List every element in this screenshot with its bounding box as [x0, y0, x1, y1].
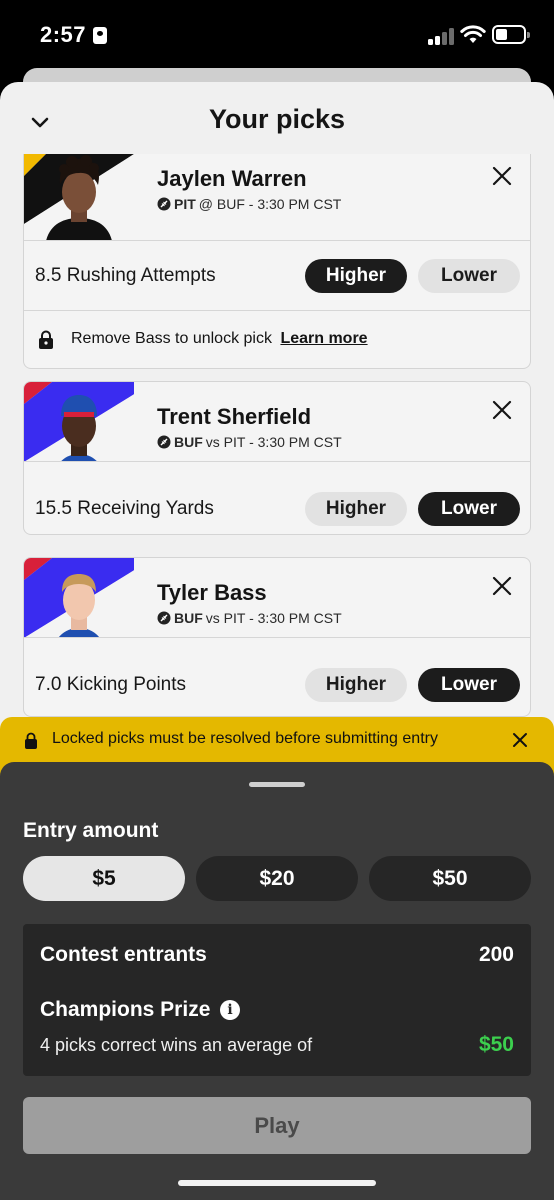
wifi-icon	[460, 24, 486, 44]
stat-row: 8.5 Rushing Attempts Higher Lower	[24, 241, 530, 311]
player-row: Tyler Bass BUF vs PIT - 3:30 PM CST	[24, 558, 530, 638]
contest-info: Contest entrants 200 Champions Prize i 4…	[23, 924, 531, 1076]
lock-icon	[39, 330, 53, 349]
remove-pick-button[interactable]	[490, 398, 514, 422]
wins-value: $50	[478, 1033, 514, 1056]
player-name: Trent Sherfield	[157, 404, 312, 429]
game-info: PIT @ BUF - 3:30 PM CST	[157, 196, 341, 212]
higher-button[interactable]: Higher	[305, 259, 407, 293]
lock-message-text: Remove Bass to unlock pick	[71, 330, 272, 347]
sheet-header: Your picks	[0, 82, 554, 162]
locked-notice: Remove Bass to unlock pick Learn more	[24, 312, 530, 368]
amount-option-50[interactable]: $50	[369, 856, 531, 901]
close-icon	[492, 400, 512, 420]
alert-message: Locked picks must be resolved before sub…	[52, 730, 438, 747]
football-icon	[157, 435, 171, 449]
lock-icon	[25, 732, 37, 749]
drag-handle[interactable]	[249, 782, 305, 787]
football-icon	[157, 611, 171, 625]
team-abbr: BUF	[174, 610, 203, 626]
amount-option-5[interactable]: $5	[23, 856, 185, 901]
football-icon	[157, 197, 171, 211]
matchup-text: @ BUF - 3:30 PM CST	[198, 196, 342, 212]
remove-pick-button[interactable]	[490, 574, 514, 598]
stat-row: 7.0 Kicking Points Higher Lower	[24, 650, 530, 716]
stat-line: 7.0 Kicking Points	[35, 674, 187, 695]
status-time: 2:57	[40, 22, 87, 47]
close-icon	[513, 733, 527, 747]
remove-pick-button[interactable]	[490, 164, 514, 188]
stat-row: 15.5 Receiving Yards Higher Lower	[24, 474, 530, 534]
contact-card-icon	[93, 27, 107, 44]
prize-label: Champions Prize	[40, 998, 211, 1021]
battery-icon	[492, 25, 530, 44]
play-button[interactable]: Play	[23, 1097, 531, 1154]
stat-line: 8.5 Rushing Attempts	[35, 265, 216, 286]
pick-card: Tyler Bass BUF vs PIT - 3:30 PM CST 7.0 …	[23, 557, 531, 717]
player-row: Jaylen Warren PIT @ BUF - 3:30 PM CST	[24, 154, 530, 241]
status-bar: 2:57	[0, 0, 554, 72]
home-indicator	[178, 1180, 376, 1186]
player-name: Tyler Bass	[157, 580, 267, 605]
contest-entrants-value: 200	[478, 943, 514, 966]
player-headshot	[24, 558, 134, 637]
lower-button[interactable]: Lower	[418, 492, 520, 526]
team-abbr: PIT	[174, 196, 196, 212]
learn-more-link[interactable]: Learn more	[280, 330, 367, 347]
game-info: BUF vs PIT - 3:30 PM CST	[157, 610, 342, 626]
amount-option-20[interactable]: $20	[196, 856, 358, 901]
close-icon	[492, 166, 512, 186]
dismiss-alert-button[interactable]	[511, 731, 529, 749]
player-row: Trent Sherfield BUF vs PIT - 3:30 PM CST	[24, 382, 530, 462]
matchup-text: vs PIT - 3:30 PM CST	[205, 434, 342, 450]
page-title: Your picks	[208, 104, 346, 134]
lower-button[interactable]: Lower	[418, 668, 520, 702]
entry-amount-label: Entry amount	[23, 819, 159, 842]
player-headshot	[24, 154, 134, 240]
info-icon[interactable]: i	[220, 1000, 240, 1020]
player-name: Jaylen Warren	[157, 166, 307, 191]
player-headshot	[24, 382, 134, 461]
pick-card: Jaylen Warren PIT @ BUF - 3:30 PM CST 8.…	[23, 154, 531, 369]
lock-message: Remove Bass to unlock pick Learn more	[71, 330, 368, 348]
lower-button[interactable]: Lower	[418, 259, 520, 293]
pick-card: Trent Sherfield BUF vs PIT - 3:30 PM CST…	[23, 381, 531, 535]
contest-entrants-label: Contest entrants	[40, 943, 207, 966]
matchup-text: vs PIT - 3:30 PM CST	[205, 610, 342, 626]
higher-button[interactable]: Higher	[305, 668, 407, 702]
cellular-signal-icon	[428, 27, 454, 45]
team-abbr: BUF	[174, 434, 203, 450]
entry-panel: Entry amount $5 $20 $50 Contest entrants…	[0, 762, 554, 1200]
wins-description: 4 picks correct wins an average of	[40, 1035, 313, 1055]
game-info: BUF vs PIT - 3:30 PM CST	[157, 434, 342, 450]
stat-line: 15.5 Receiving Yards	[35, 498, 214, 519]
higher-button[interactable]: Higher	[305, 492, 407, 526]
close-icon	[492, 576, 512, 596]
